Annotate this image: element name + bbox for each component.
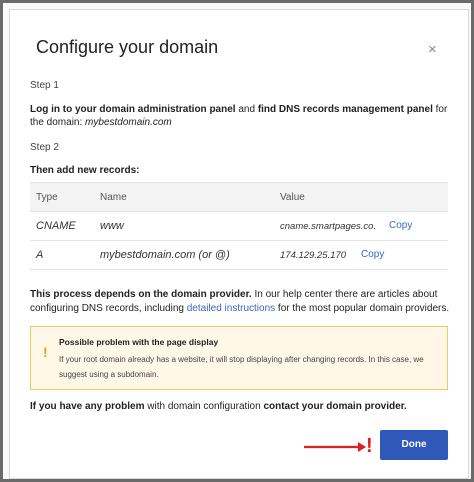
- dialog-title: Configure your domain: [36, 37, 219, 57]
- warning-text: If your root domain already has a websit…: [59, 355, 424, 379]
- step1-bold-find: find DNS records management panel: [257, 104, 433, 115]
- domain-name: mybestdomain.com: [85, 117, 172, 128]
- contact-bold-2: contact your domain provider.: [263, 401, 407, 412]
- contact-note: If you have any problem with domain conf…: [30, 401, 450, 412]
- dns-records-table: Type Name Value CNAME www cname.smartpag…: [30, 182, 448, 270]
- copy-button[interactable]: Copy: [389, 220, 412, 231]
- step1-instructions: Log in to your domain administration pan…: [30, 103, 450, 129]
- warning-box: ! Possible problem with the page display…: [30, 326, 448, 390]
- done-button[interactable]: Done: [380, 430, 448, 460]
- record-value: 174.129.25.170: [280, 250, 347, 261]
- screenshot-frame: Configure your domain × Step 1 Log in to…: [0, 0, 474, 482]
- warning-icon: !: [43, 344, 48, 360]
- table-header: Type Name Value: [30, 183, 448, 212]
- table-row: CNAME www cname.smartpages.co. Copy: [30, 212, 448, 241]
- contact-bold-1: If you have any problem: [30, 401, 145, 412]
- warning-title: Possible problem with the page display: [59, 337, 219, 347]
- annotation-arrow-icon: !: [304, 437, 372, 455]
- step2-label: Step 2: [30, 142, 59, 153]
- step1-connector: and: [235, 104, 258, 115]
- record-name: mybestdomain.com (or @): [100, 249, 230, 261]
- header-value: Value: [280, 192, 305, 203]
- records-heading: Then add new records:: [30, 165, 140, 176]
- record-name: www: [100, 220, 124, 232]
- header-name: Name: [100, 192, 127, 203]
- process-bold: This process depends on the domain provi…: [30, 289, 252, 300]
- header-type: Type: [36, 192, 58, 203]
- contact-mid: with domain configuration: [144, 401, 264, 412]
- configure-domain-dialog: Configure your domain × Step 1 Log in to…: [9, 9, 469, 479]
- process-note: This process depends on the domain provi…: [30, 288, 450, 316]
- detailed-instructions-link[interactable]: detailed instructions: [187, 303, 275, 314]
- step1-label: Step 1: [30, 80, 59, 91]
- record-type: CNAME: [36, 220, 76, 232]
- close-icon[interactable]: ×: [428, 42, 437, 57]
- step1-bold-login: Log in to your domain administration pan…: [30, 104, 236, 115]
- table-row: A mybestdomain.com (or @) 174.129.25.170…: [30, 241, 448, 270]
- copy-button[interactable]: Copy: [361, 249, 384, 260]
- process-text-2: for the most popular domain providers.: [275, 303, 450, 314]
- annotation-exclamation: !: [366, 437, 372, 455]
- record-type: A: [36, 249, 44, 261]
- record-value: cname.smartpages.co.: [280, 221, 377, 232]
